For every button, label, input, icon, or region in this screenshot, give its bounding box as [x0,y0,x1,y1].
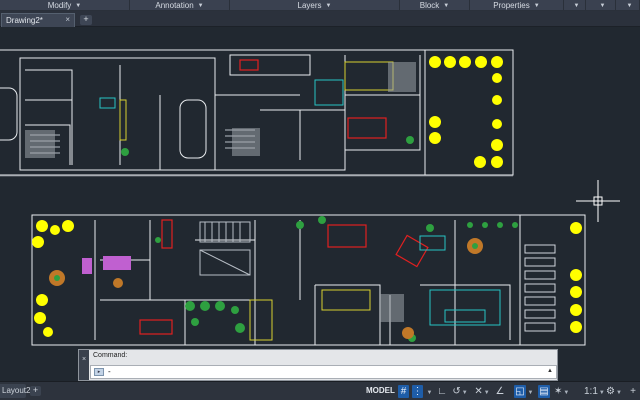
polar-tracking-icon[interactable]: ↺▼ [452,385,468,398]
car-symbol [179,99,207,159]
crosshair-cursor [576,180,620,222]
plus-icon[interactable]: + [628,385,638,398]
hatched-areas [25,62,416,322]
lineweight-icon[interactable]: ◱ [514,385,526,398]
magenta-furniture [82,256,131,274]
panel-label: Block [419,1,440,10]
ribbon-panel-annotation[interactable]: Annotation ▼ [130,0,230,11]
isodraft-icon[interactable]: ✕▼ [474,385,490,398]
upper-plan-outline [0,49,514,176]
panel-label: Annotation [155,1,194,10]
stairs [199,221,251,276]
kitchen-counters [119,61,394,341]
ribbon-panel-bar: Modify ▼ Annotation ▼ Layers ▼ Block ▼ Prope… [0,0,640,11]
chevron-down-icon: ▼ [197,2,204,9]
add-layout-button[interactable]: + [30,386,41,396]
gear-icon[interactable]: ⚙▼ [606,385,622,398]
ortho-icon[interactable]: ∟ [436,385,448,398]
car-symbol [0,87,18,141]
ribbon-panel-layers[interactable]: Layers ▼ [230,0,400,11]
command-line-window: × Command: ▸ - ▲ [78,349,558,381]
command-prompt-icon[interactable]: ▸ [94,368,104,376]
panel-label: Properties [493,1,530,10]
chevron-down-icon: ▼ [573,2,580,9]
object-snap-icon[interactable]: ∠ [494,385,506,398]
drawing-canvas[interactable] [0,28,640,381]
command-line-handle[interactable]: × [79,350,89,380]
dining-tables [49,238,483,339]
chevron-down-icon[interactable]: ▼ [526,385,534,398]
file-tab-bar: Drawing2* × + [0,11,640,27]
stairs [30,129,255,154]
chevron-down-icon: ▼ [325,2,332,9]
panel-label: Modify [47,1,72,10]
model-space-button[interactable]: MODEL [366,386,395,395]
ribbon-panel-block[interactable]: Block ▼ [400,0,470,11]
panel-label: Layers [297,1,322,10]
upper-room-walls [25,65,345,170]
ribbon-panel-extra-3[interactable]: ▼ [616,0,640,11]
caret-up-icon[interactable]: ▲ [547,368,553,374]
command-history-label: Command: [93,352,128,359]
snap-icon[interactable]: ⋮ [412,385,423,398]
chevron-down-icon: ▼ [443,2,450,9]
ribbon-panel-extra-2[interactable]: ▼ [586,0,616,11]
file-tab-drawing2[interactable]: Drawing2* × [1,13,75,27]
chevron-down-icon: ▼ [533,2,540,9]
annotation-visibility-icon[interactable]: 1:1▼ [584,385,605,398]
annotation-scale-icon[interactable]: ✶▼ [554,385,569,398]
command-prompt-text: - [108,367,111,376]
new-tab-button[interactable]: + [80,15,92,25]
chevron-down-icon: ▼ [626,2,633,9]
ribbon-panel-extra-1[interactable]: ▼ [564,0,586,11]
close-icon[interactable]: × [65,15,70,24]
file-tab-label: Drawing2* [6,16,43,25]
autocad-window: Modify ▼ Annotation ▼ Layers ▼ Block ▼ Prope… [0,0,640,400]
chevron-down-icon[interactable]: ▼ [425,385,433,398]
chevron-down-icon: ▼ [599,2,606,9]
green-plants [121,136,518,342]
transparency-icon[interactable]: ▤ [538,385,550,398]
close-icon[interactable]: × [79,356,89,363]
grid-icon[interactable]: # [398,385,409,398]
ribbon-panel-properties[interactable]: Properties ▼ [470,0,564,11]
ribbon-panel-modify[interactable]: Modify ▼ [0,0,130,11]
status-bar: Layout2 + MODEL # ⋮ ▼ ∟ ↺▼ ✕▼ ∠ ◱ ▼ ▤ ✶▼… [0,381,640,400]
layout-tab[interactable]: Layout2 [0,384,30,398]
command-input[interactable]: ▸ - ▲ [90,365,557,379]
floor-plan-drawing [0,49,620,346]
chevron-down-icon: ▼ [75,2,82,9]
parking-spaces [524,244,556,332]
